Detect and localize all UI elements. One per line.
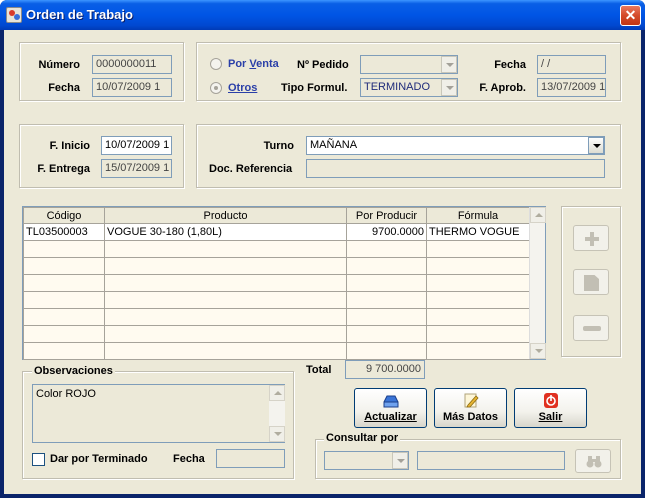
table-row[interactable]: TL03500003 VOGUE 30-180 (1,80L) 9700.000… [23,223,530,241]
scroll-up-icon[interactable] [269,385,285,401]
scroll-up-icon[interactable] [530,207,546,223]
grid-scrollbar[interactable] [529,207,546,359]
table-header-row: Código Producto Por Producir Fórmula [23,207,530,224]
search-button[interactable] [575,449,611,473]
table-row[interactable] [23,291,530,309]
minus-icon [583,326,601,331]
column-header-formula[interactable]: Fórmula [426,207,530,224]
fecha-label: Fecha [48,82,80,94]
terminado-fecha-label: Fecha [173,453,205,465]
por-venta-radio[interactable] [210,58,222,70]
products-table: Código Producto Por Producir Fórmula TL0… [23,207,530,360]
mas-datos-label: Más Datos [442,411,499,423]
table-row[interactable] [23,240,530,258]
app-icon [6,7,22,23]
fecha-field[interactable]: 10/07/2009 1 [92,78,172,97]
window-title: Orden de Trabajo [26,7,133,22]
doc-ref-field[interactable] [306,159,605,178]
table-row[interactable] [23,274,530,292]
otros-label[interactable]: Otros [228,82,257,94]
column-header-producto[interactable]: Producto [104,207,347,224]
turno-group [196,124,621,188]
pencil-icon [464,393,479,408]
actualizar-label: Actualizar [364,411,417,423]
edit-row-button[interactable] [573,269,609,295]
table-row[interactable] [23,342,530,360]
f-entrega-label: F. Entrega [37,163,90,175]
scroll-down-icon[interactable] [269,426,285,442]
por-venta-label[interactable]: Por Venta [228,58,279,70]
f-aprob-label: F. Aprob. [479,82,526,94]
consultar-legend: Consultar por [324,432,401,444]
close-button[interactable]: ✕ [620,5,641,26]
scroll-down-icon[interactable] [530,343,546,359]
total-field: 9 700.0000 [345,360,425,379]
pedido-label: Nº Pedido [297,59,349,71]
power-icon [544,393,558,408]
consultar-input[interactable] [417,451,565,470]
column-header-por-producir[interactable]: Por Producir [346,207,427,224]
cell-codigo[interactable]: TL03500003 [23,223,105,241]
tray-icon [383,395,399,408]
numero-label: Número [38,59,80,71]
binoculars-icon [586,456,602,468]
doc-ref-label: Doc. Referencia [209,163,293,175]
turno-select[interactable]: MAÑANA [306,136,605,155]
observaciones-textarea[interactable]: Color ROJO [32,384,285,443]
delete-row-button[interactable] [573,315,609,341]
table-row[interactable] [23,308,530,326]
client-area: Número 0000000011 Fecha 10/07/2009 1 Por… [4,30,641,494]
f-entrega-field[interactable]: 15/07/2009 1 [101,159,172,178]
fecha-right-field[interactable]: / / [537,55,606,74]
total-label: Total [306,364,332,376]
products-grid[interactable]: Código Producto Por Producir Fórmula TL0… [22,206,546,360]
mas-datos-button[interactable]: Más Datos [434,388,507,428]
add-row-button[interactable] [573,225,609,251]
memo-scrollbar[interactable] [269,385,285,442]
f-inicio-field[interactable]: 10/07/2009 1 [101,136,172,155]
tipo-formul-label: Tipo Formul. [281,82,348,94]
cell-producto[interactable]: VOGUE 30-180 (1,80L) [104,223,347,241]
terminado-checkbox[interactable] [32,453,45,466]
observaciones-text: Color ROJO [36,388,96,400]
turno-label: Turno [263,140,294,152]
chevron-down-icon[interactable] [441,79,457,96]
table-row[interactable] [23,325,530,343]
observaciones-legend: Observaciones [32,365,115,377]
terminado-fecha-field[interactable] [216,449,285,468]
page-icon [584,275,599,291]
chevron-down-icon[interactable] [441,56,457,73]
chevron-down-icon[interactable] [392,452,408,469]
table-row[interactable] [23,257,530,275]
salir-label: Salir [538,411,563,423]
numero-field[interactable]: 0000000011 [92,55,172,74]
fecha-right-label: Fecha [494,59,526,71]
otros-radio[interactable] [210,82,222,94]
column-header-codigo[interactable]: Código [23,207,105,224]
salir-button[interactable]: Salir [514,388,587,428]
title-bar[interactable]: Orden de Trabajo ✕ [0,0,645,30]
fechas-group [19,124,184,188]
window: Orden de Trabajo ✕ Número 0000000011 Fec… [0,0,645,498]
actualizar-button[interactable]: Actualizar [354,388,427,428]
f-inicio-label: F. Inicio [49,140,90,152]
chevron-down-icon[interactable] [588,137,604,154]
cell-formula[interactable]: THERMO VOGUE [426,223,530,241]
cell-por-producir[interactable]: 9700.0000 [346,223,427,241]
terminado-label[interactable]: Dar por Terminado [50,453,148,465]
f-aprob-field[interactable]: 13/07/2009 1 [537,78,606,97]
